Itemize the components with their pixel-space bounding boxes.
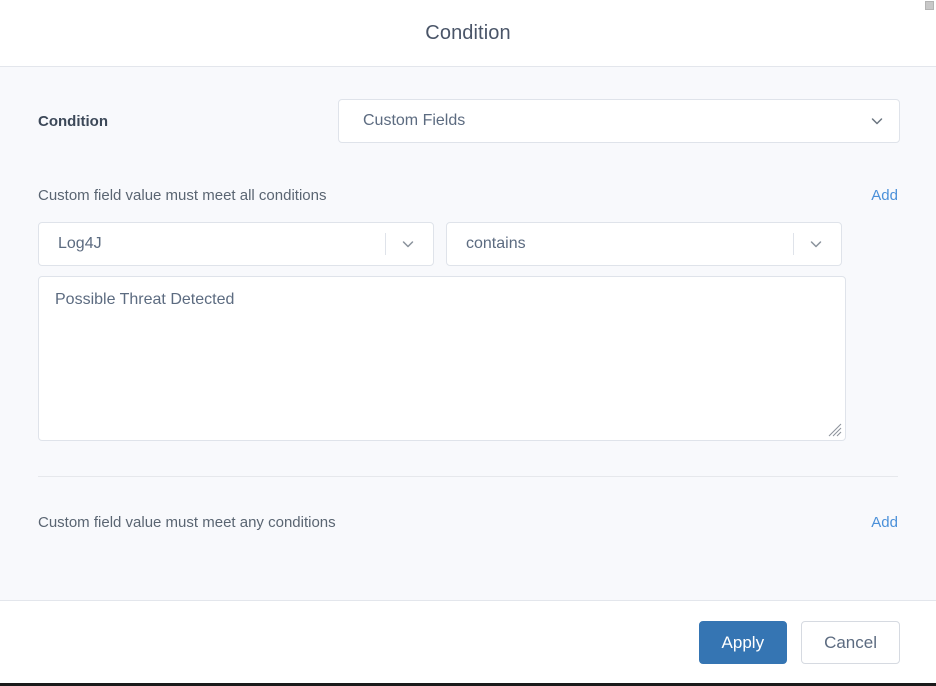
all-conditions-header: Custom field value must meet all conditi… <box>38 187 898 204</box>
apply-button[interactable]: Apply <box>698 620 788 664</box>
section-divider <box>38 476 898 477</box>
custom-field-select-value: Log4J <box>58 235 102 252</box>
dialog-title: Condition <box>425 21 511 44</box>
operator-select-value: contains <box>466 235 526 252</box>
condition-value-textarea[interactable] <box>38 276 846 441</box>
condition-type-select[interactable]: Custom Fields <box>338 99 900 143</box>
custom-field-select[interactable]: Log4J <box>38 222 434 266</box>
select-divider <box>793 233 794 255</box>
cancel-button[interactable]: Cancel <box>801 620 900 664</box>
operator-select[interactable]: contains <box>446 222 842 266</box>
chevron-down-icon <box>401 237 415 251</box>
condition-value-wrapper <box>38 276 846 441</box>
dialog-body: Condition Custom Fields Custom field val… <box>0 67 936 600</box>
any-conditions-label: Custom field value must meet any conditi… <box>38 514 336 531</box>
chevron-down-icon <box>809 237 823 251</box>
add-all-condition-link[interactable]: Add <box>871 187 898 204</box>
dialog-footer: Apply Cancel <box>0 600 936 683</box>
any-conditions-header: Custom field value must meet any conditi… <box>38 514 898 531</box>
condition-type-select-wrapper[interactable]: Custom Fields <box>338 99 900 143</box>
select-divider <box>385 233 386 255</box>
all-conditions-label: Custom field value must meet all conditi… <box>38 187 327 204</box>
condition-dialog: Condition Condition Custom Fields Custom… <box>0 0 936 686</box>
all-conditions-row: Log4J contains <box>38 222 898 266</box>
add-any-condition-link[interactable]: Add <box>871 514 898 531</box>
scrollbar-thumb[interactable] <box>925 1 934 10</box>
condition-label: Condition <box>38 112 108 130</box>
condition-type-row: Condition Custom Fields <box>38 67 900 143</box>
dialog-header: Condition <box>0 0 936 67</box>
